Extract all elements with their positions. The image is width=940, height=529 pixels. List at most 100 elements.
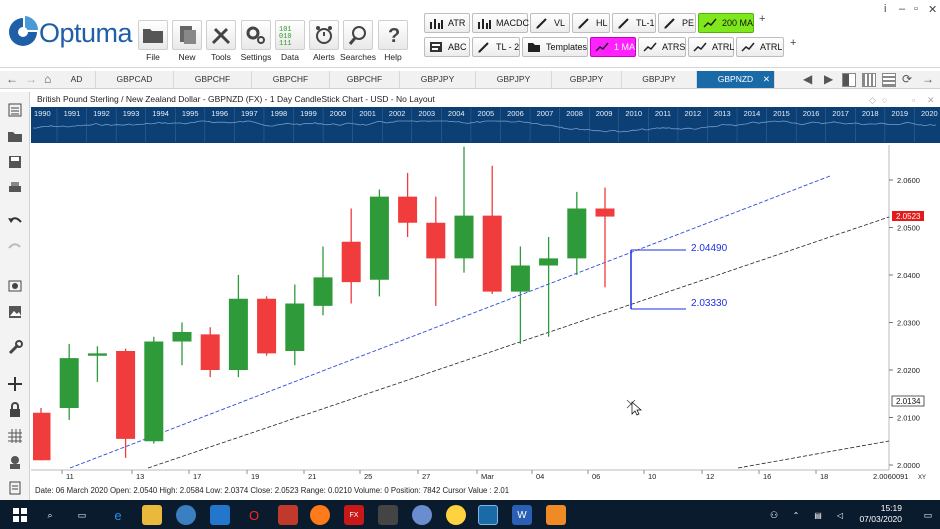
settings-app-icon[interactable]: [546, 505, 566, 525]
start-icon[interactable]: [10, 505, 30, 525]
price-tick-label: 2.0000: [897, 461, 920, 470]
opera-icon[interactable]: O: [244, 505, 264, 525]
overview-year-label: 1991: [64, 109, 81, 118]
candle[interactable]: [200, 327, 220, 378]
search-icon[interactable]: ⌕: [40, 505, 60, 525]
candle-body: [200, 334, 220, 370]
overview-year-label: 2006: [507, 109, 524, 118]
candle-body: [285, 303, 305, 351]
time-axis[interactable]: [31, 470, 889, 482]
last-price-label: 2.0523: [896, 212, 921, 221]
chrome-icon[interactable]: [412, 505, 432, 525]
candle-body: [567, 208, 587, 259]
overview-year-label: 1993: [123, 109, 140, 118]
overview-year-label: 1997: [241, 109, 258, 118]
store-icon[interactable]: [210, 505, 230, 525]
windows-taskbar: ⌕ ▭ e O FX W ⚇ ⌃ ▤ ◁ 15:19 07/03/2020 ▭: [0, 500, 940, 529]
overview-year-label: 2000: [330, 109, 347, 118]
network-icon[interactable]: ▤: [808, 505, 828, 525]
time-tick-label: 18: [820, 472, 828, 481]
time-tick-label: 10: [648, 472, 656, 481]
candle[interactable]: [144, 336, 164, 444]
cursor-price-label: 2.0134: [896, 397, 921, 406]
time-tick-label: 16: [763, 472, 771, 481]
overview-year-label: 2008: [566, 109, 583, 118]
optuma-taskbar-icon[interactable]: [478, 505, 498, 525]
candle-body: [341, 241, 361, 283]
candle-body: [172, 332, 192, 342]
overview-year-label: 2018: [862, 109, 879, 118]
overview-year-label: 2004: [448, 109, 465, 118]
notifications-icon[interactable]: ▭: [918, 505, 938, 525]
time-tick-label: 04: [536, 472, 544, 481]
tray-clock[interactable]: 15:19 07/03/2020: [859, 503, 902, 525]
candle[interactable]: [33, 408, 51, 461]
overview-year-label: 2013: [714, 109, 731, 118]
volume-icon[interactable]: ◁: [830, 505, 850, 525]
candle-body: [398, 196, 418, 223]
overview-year-label: 2017: [832, 109, 849, 118]
candle-body: [426, 222, 446, 259]
candle-body: [369, 196, 389, 280]
candle-body: [33, 412, 51, 461]
candle-body: [510, 265, 530, 292]
overview-year-label: 2003: [418, 109, 435, 118]
candle-body: [313, 277, 333, 306]
time-tick-label: 25: [364, 472, 372, 481]
people-icon[interactable]: ⚇: [764, 505, 784, 525]
overview-year-label: 2007: [537, 109, 554, 118]
overview-year-label: 1999: [300, 109, 317, 118]
overview-year-label: 1998: [271, 109, 288, 118]
overview-year-label: 2020: [921, 109, 938, 118]
overview-year-label: 1992: [93, 109, 110, 118]
time-tick-label: 17: [193, 472, 201, 481]
clock-time: 15:19: [880, 503, 902, 513]
tray-chevron-icon[interactable]: ⌃: [786, 505, 806, 525]
overview-year-label: 2005: [478, 109, 495, 118]
candle-body: [116, 351, 136, 439]
candle-body: [482, 215, 502, 292]
overview-year-label: 2010: [625, 109, 642, 118]
overview-year-label: 2011: [655, 109, 671, 118]
calculator-icon[interactable]: [378, 505, 398, 525]
overview-year-label: 2012: [684, 109, 701, 118]
xy-corner-label: XY: [918, 475, 926, 481]
chart-app-icon[interactable]: [278, 505, 298, 525]
time-tick-label: 19: [251, 472, 259, 481]
xy-bottom-value: 2.0060091: [873, 472, 908, 481]
file-explorer-icon[interactable]: [142, 505, 162, 525]
overview-year-label: 1994: [152, 109, 169, 118]
price-tick-label: 2.0600: [897, 176, 920, 185]
candle-body: [228, 298, 248, 370]
task-view-icon[interactable]: ▭: [72, 505, 92, 525]
time-tick-label: 06: [592, 472, 600, 481]
time-tick-label: 27: [422, 472, 430, 481]
price-tick-label: 2.0500: [897, 224, 920, 233]
candle-body: [539, 258, 559, 266]
price-tick-label: 2.0200: [897, 366, 920, 375]
app-smile-icon[interactable]: [446, 505, 466, 525]
fxpro-icon[interactable]: FX: [344, 505, 364, 525]
word-icon[interactable]: W: [512, 505, 532, 525]
time-tick-label: 13: [136, 472, 144, 481]
candle[interactable]: [257, 296, 277, 356]
time-tick-label: Mar: [481, 472, 494, 481]
overview-year-label: 2016: [803, 109, 820, 118]
overview-year-label: 1995: [182, 109, 199, 118]
firefox-icon[interactable]: [310, 505, 330, 525]
measure-upper-label: 2.04490: [691, 243, 728, 254]
candle-body: [87, 353, 107, 356]
app-globe-icon[interactable]: [176, 505, 196, 525]
edge-icon[interactable]: e: [108, 505, 128, 525]
time-tick-label: 21: [308, 472, 316, 481]
price-chart[interactable]: 1990 1991 1992 1993 1994 1995 1996 1997 1998 1999…: [0, 0, 940, 500]
overview-year-label: 2014: [744, 109, 761, 118]
overview-year-label: 2019: [891, 109, 908, 118]
price-tick-label: 2.0100: [897, 414, 920, 423]
price-tick-label: 2.0300: [897, 319, 920, 328]
overview-year-label: 2015: [773, 109, 790, 118]
time-tick-label: 12: [706, 472, 714, 481]
overview-year-label: 2002: [389, 109, 406, 118]
price-tick-label: 2.0400: [897, 271, 920, 280]
overview-year-label: 2001: [359, 109, 376, 118]
